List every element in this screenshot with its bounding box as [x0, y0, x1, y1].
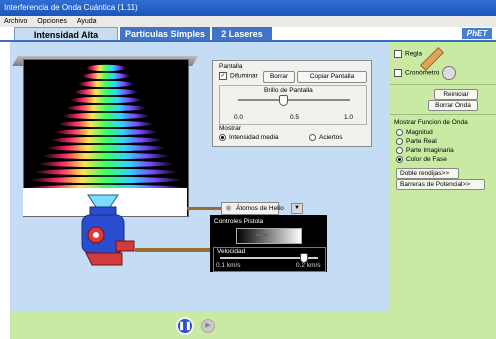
- pantalla-title: Pantalla: [219, 63, 243, 70]
- divider: [390, 114, 496, 115]
- magnitud-radio[interactable]: Magnitud: [396, 129, 433, 136]
- regla-label: Regla: [405, 50, 422, 58]
- reiniciar-button[interactable]: Reiniciar: [434, 89, 478, 100]
- fringe-band: [86, 64, 126, 72]
- tab-particulas-simples[interactable]: Partículas Simples: [120, 27, 210, 41]
- menu-opciones[interactable]: Opciones: [37, 18, 67, 25]
- radio-icon[interactable]: [396, 147, 403, 154]
- fringe-band: [42, 152, 170, 160]
- fringe-band: [34, 168, 178, 176]
- ruler-icon: [419, 46, 445, 72]
- radio-icon[interactable]: [396, 138, 403, 145]
- menu-ayuda[interactable]: Ayuda: [77, 18, 97, 25]
- tab-intensidad-alta[interactable]: Intensidad Alta: [14, 27, 118, 41]
- stopwatch-icon: [442, 66, 456, 80]
- velocity-group: Velocidad 0.1 km/s 0.2 km/s: [213, 247, 326, 272]
- aciertos-label: Aciertos: [319, 134, 343, 142]
- parte-real-label: Parte Real: [406, 138, 437, 146]
- phet-logo: PhET: [462, 28, 492, 39]
- step-icon[interactable]: ▶: [205, 322, 210, 329]
- gun-icon: [81, 194, 135, 266]
- atom-icon: ⚛: [225, 204, 233, 213]
- doble-rendija-button[interactable]: Doble rendijas>>: [396, 168, 459, 179]
- tab-2-laseres[interactable]: 2 Laseres: [212, 27, 272, 41]
- tick-0: 0.0: [234, 114, 244, 121]
- aciertos-radio[interactable]: Aciertos: [309, 134, 342, 141]
- right-control-panel: Regla Cronómetro Reiniciar Borrar Onda M…: [390, 42, 496, 339]
- difuminar-checkbox[interactable]: ✓ Difuminar: [219, 72, 258, 80]
- tick-1: 1.0: [344, 114, 354, 121]
- fringe-band: [82, 72, 130, 80]
- divider: [390, 84, 496, 85]
- radio-selected-icon[interactable]: [396, 156, 403, 163]
- gun-controls-title: Controles Pistola: [214, 218, 264, 225]
- fringe-band: [58, 120, 154, 128]
- parte-imaginaria-radio[interactable]: Parte Imaginaria: [396, 147, 454, 154]
- cronometro-label: Cronómetro: [405, 69, 440, 77]
- velocity-min: 0.1 km/s: [216, 262, 241, 269]
- checkbox-icon[interactable]: [394, 50, 402, 58]
- velocity-max: 0.2 km/s: [296, 262, 321, 269]
- velocity-label: Velocidad: [217, 248, 246, 255]
- menu-bar: Archivo Opciones Ayuda: [0, 16, 496, 27]
- checkbox-icon[interactable]: [394, 69, 402, 77]
- particle-select[interactable]: ⚛ Átomos de Helio: [221, 202, 284, 215]
- brillo-slider-thumb[interactable]: [278, 95, 288, 106]
- fringe-band: [78, 80, 134, 88]
- fringe-band: [46, 144, 166, 152]
- tab-bar: Intensidad Alta Partículas Simples 2 Las…: [0, 27, 496, 41]
- copiar-pantalla-button[interactable]: Copiar Pantalla: [297, 71, 367, 83]
- fringe-band: [38, 160, 174, 168]
- brillo-label: Brillo de Pantalla: [264, 87, 313, 94]
- fringe-band: [30, 176, 182, 184]
- brillo-track[interactable]: [238, 99, 350, 101]
- screen-panel: Pantalla ✓ Difuminar Borrar Copiar Pantal…: [212, 60, 372, 147]
- gun-cable: [135, 248, 210, 252]
- playback-bar: ❚❚ ▶: [10, 311, 390, 339]
- parte-imaginaria-label: Parte Imaginaria: [406, 147, 454, 155]
- menu-archivo[interactable]: Archivo: [4, 18, 27, 25]
- brillo-group: Brillo de Pantalla 0.0 0.5 1.0: [219, 85, 367, 125]
- difuminar-label: Difuminar: [230, 72, 258, 80]
- intensidad-media-radio[interactable]: Intensidad media: [219, 134, 279, 141]
- barreras-potencial-button[interactable]: Barreras de Potencial>>: [396, 179, 485, 190]
- color-de-fase-radio[interactable]: Color de Fase: [396, 156, 447, 163]
- step-button[interactable]: ▶: [201, 319, 215, 333]
- check-icon[interactable]: ✓: [219, 72, 227, 80]
- radio-icon[interactable]: [396, 129, 403, 136]
- particle-gun: [68, 193, 138, 273]
- color-de-fase-label: Color de Fase: [406, 156, 447, 164]
- window-title: Interferencia de Onda Cuántica (1.11): [4, 3, 138, 12]
- fringe-band: [66, 104, 146, 112]
- fringe-band: [62, 112, 150, 120]
- intensidad-media-label: Intensidad media: [229, 134, 279, 142]
- pause-icon[interactable]: ❚❚: [178, 321, 191, 330]
- fringe-band: [70, 96, 142, 104]
- intensity-gradient: [236, 228, 302, 244]
- magnitud-label: Magnitud: [406, 129, 433, 137]
- fringe-band: [54, 128, 158, 136]
- window-title-bar: Interferencia de Onda Cuántica (1.11): [0, 0, 496, 16]
- particle-select-value: Átomos de Helio: [236, 205, 284, 212]
- radio-selected-icon[interactable]: [219, 134, 226, 141]
- borrar-button[interactable]: Borrar: [263, 71, 295, 83]
- mostrar-funcion-title: Mostrar Funcion de Onda: [394, 119, 468, 126]
- tick-05: 0.5: [290, 114, 300, 121]
- mostrar-label: Mostrar: [219, 125, 242, 132]
- pause-button[interactable]: ❚❚: [176, 317, 194, 335]
- gun-controls-panel: Controles Pistola Velocidad 0.1 km/s 0.2…: [210, 215, 327, 272]
- fringe-band: [50, 136, 162, 144]
- cronometro-checkbox[interactable]: Cronómetro: [394, 69, 439, 77]
- radio-icon[interactable]: [309, 134, 316, 141]
- borrar-onda-button[interactable]: Borrar Onda: [428, 100, 478, 111]
- fringe-band: [74, 88, 138, 96]
- regla-checkbox[interactable]: Regla: [394, 50, 422, 58]
- intensity-marker[interactable]: [256, 234, 268, 236]
- parte-real-radio[interactable]: Parte Real: [396, 138, 437, 145]
- chevron-down-icon[interactable]: ▼: [291, 203, 303, 214]
